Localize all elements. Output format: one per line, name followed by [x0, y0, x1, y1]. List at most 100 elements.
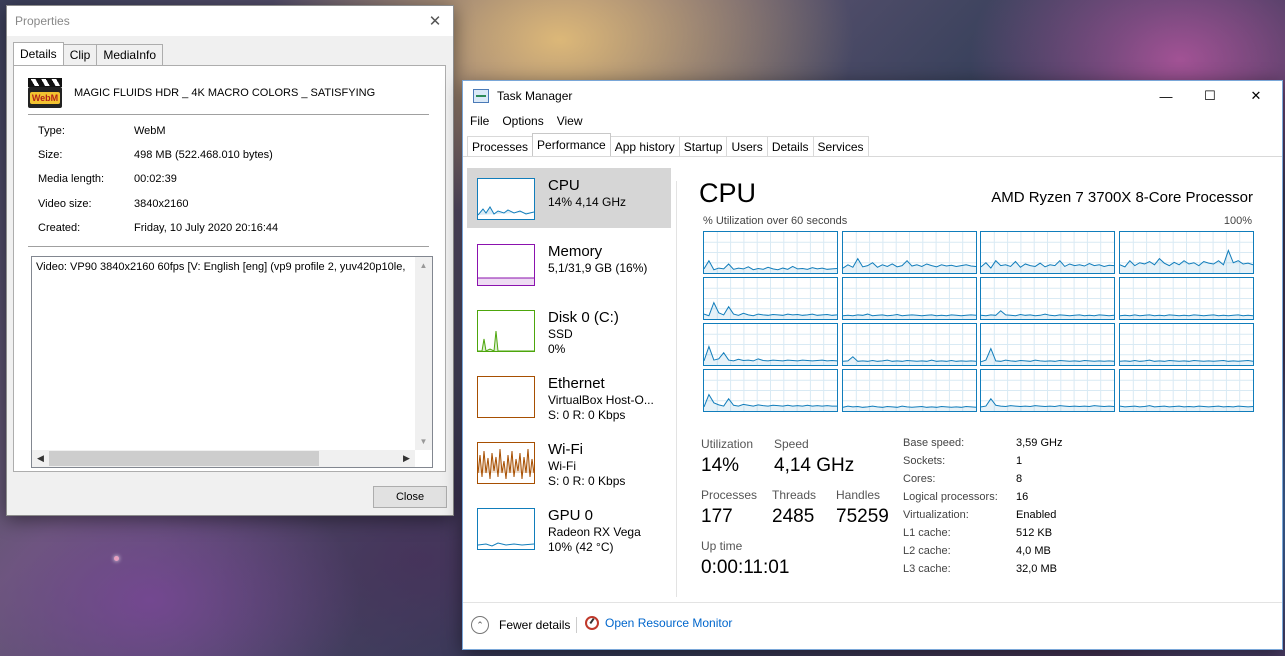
- prop-key: Created:: [38, 222, 81, 234]
- open-resource-monitor-label: Open Resource Monitor: [605, 616, 733, 630]
- cpu-core-chart: [842, 370, 976, 411]
- footer-divider: [576, 617, 577, 633]
- memory-thumbnail-graph: [477, 244, 535, 286]
- menu-view[interactable]: View: [557, 114, 583, 128]
- sidebar-sub2: 10% (42 °C): [548, 540, 614, 554]
- spec-l1-cache: L1 cache: 512 KB: [903, 527, 1052, 539]
- prop-row-type: Type: WebM: [38, 125, 166, 137]
- stat-value: 177: [701, 506, 733, 527]
- media-info-textbox[interactable]: Video: VP90 3840x2160 60fps [V: English …: [31, 256, 433, 468]
- spec-virtualization: Virtualization: Enabled: [903, 509, 1056, 521]
- core-usage-line: [1119, 314, 1253, 317]
- cpu-core-chart: [981, 370, 1114, 411]
- spec-key: L2 cache:: [903, 545, 951, 557]
- spec-l2-cache: L2 cache: 4,0 MB: [903, 545, 1051, 557]
- tab-details[interactable]: Details: [13, 42, 64, 65]
- scroll-right-icon[interactable]: ▶: [398, 450, 415, 467]
- sidebar-item-wifi[interactable]: Wi-Fi Wi-Fi S: 0 R: 0 Kbps: [467, 432, 671, 492]
- cpu-core-chart: [842, 232, 976, 273]
- prop-key: Type:: [38, 125, 65, 137]
- cpu-core-graph: [1118, 231, 1254, 274]
- task-manager-footer: ⌃ Fewer details Open Resource Monitor: [463, 602, 1282, 649]
- close-icon[interactable]: ✕: [427, 13, 443, 30]
- sidebar-item-ethernet[interactable]: Ethernet VirtualBox Host-O... S: 0 R: 0 …: [467, 366, 671, 426]
- fewer-details-button[interactable]: ⌃ Fewer details: [471, 616, 570, 634]
- tab-processes[interactable]: Processes: [467, 136, 534, 156]
- scroll-thumb[interactable]: [49, 451, 319, 466]
- utilization-graph-max: 100%: [1223, 215, 1252, 227]
- cpu-core-graph: [980, 323, 1115, 366]
- sidebar-label: GPU 0: [548, 507, 594, 524]
- minimize-icon[interactable]: —: [1143, 81, 1189, 111]
- sidebar-sub: SSD: [548, 327, 573, 341]
- file-name: MAGIC FLUIDS HDR _ 4K MACRO COLORS _ SAT…: [74, 87, 376, 99]
- vertical-scrollbar[interactable]: ▲ ▼: [415, 257, 432, 450]
- properties-window: Properties ✕ Details Clip MediaInfo WebM…: [6, 5, 454, 516]
- stat-label: Threads: [772, 488, 817, 502]
- cpu-core-graph: [1118, 277, 1254, 320]
- spec-sockets: Sockets: 1: [903, 455, 1022, 467]
- spec-logical-processors: Logical processors: 16: [903, 491, 1028, 503]
- tab-services[interactable]: Services: [812, 136, 869, 156]
- sidebar-label: Memory: [548, 243, 603, 260]
- spec-key: L1 cache:: [903, 527, 951, 539]
- sidebar-sub2: 0%: [548, 342, 566, 356]
- cpu-core-chart: [1119, 370, 1253, 411]
- spec-value: 1: [1016, 455, 1023, 467]
- memory-thumb-chart: [478, 277, 534, 285]
- fewer-details-label: Fewer details: [499, 618, 571, 632]
- maximize-icon[interactable]: ☐: [1187, 81, 1233, 111]
- ethernet-thumbnail-graph: [477, 376, 535, 418]
- sidebar-sub: 14% 4,14 GHz: [548, 195, 627, 209]
- stat-threads: Threads 2485: [772, 488, 816, 528]
- scroll-up-icon[interactable]: ▲: [415, 257, 432, 274]
- sidebar-sub: VirtualBox Host-O...: [548, 393, 654, 407]
- menu-file[interactable]: File: [470, 114, 489, 128]
- spec-key: Cores:: [903, 473, 936, 485]
- gpu-thumb-chart: [478, 542, 534, 547]
- tab-startup[interactable]: Startup: [678, 136, 728, 156]
- webm-icon-label: WebM: [29, 91, 61, 104]
- performance-sidebar: CPU 14% 4,14 GHz Memory 5,1/31,9 GB (16%…: [467, 168, 671, 564]
- wifi-thumbnail-graph: [477, 442, 535, 484]
- stat-value: 75259: [836, 506, 889, 527]
- spec-base-speed: Base speed: 3,59 GHz: [903, 437, 1062, 449]
- utilization-graph-label: % Utilization over 60 seconds: [703, 215, 848, 227]
- scroll-down-icon[interactable]: ▼: [415, 433, 432, 450]
- close-button[interactable]: Close: [373, 486, 447, 508]
- close-icon[interactable]: ✕: [1233, 81, 1279, 111]
- cpu-core-graph: [841, 231, 977, 274]
- task-manager-window: Task Manager — ☐ ✕ File Options View Pro…: [462, 80, 1283, 650]
- horizontal-scrollbar[interactable]: ◀ ▶: [32, 450, 415, 467]
- window-title: Task Manager: [497, 89, 573, 103]
- spec-l3-cache: L3 cache: 32,0 MB: [903, 563, 1057, 575]
- tab-users[interactable]: Users: [726, 136, 768, 156]
- stat-value: 4,14 GHz: [774, 455, 855, 476]
- menu-options[interactable]: Options: [502, 114, 543, 128]
- spec-key: Base speed:: [903, 437, 965, 449]
- prop-key: Size:: [38, 149, 63, 161]
- prop-value: 00:02:39: [134, 173, 177, 185]
- tab-app-history[interactable]: App history: [609, 136, 680, 156]
- sidebar-item-cpu[interactable]: CPU 14% 4,14 GHz: [467, 168, 671, 228]
- open-resource-monitor-link[interactable]: Open Resource Monitor: [585, 616, 732, 630]
- disk-thumbnail-graph: [477, 310, 535, 352]
- cpu-core-chart: [704, 278, 837, 319]
- tab-performance[interactable]: Performance: [532, 133, 611, 156]
- cpu-core-graph: [980, 369, 1115, 412]
- task-manager-titlebar[interactable]: Task Manager — ☐ ✕: [463, 81, 1282, 111]
- properties-titlebar[interactable]: Properties ✕: [7, 6, 453, 36]
- sidebar-item-gpu[interactable]: GPU 0 Radeon RX Vega 10% (42 °C): [467, 498, 671, 558]
- tab-clip[interactable]: Clip: [62, 44, 98, 65]
- stat-value: 2485: [772, 506, 815, 527]
- spec-value: 4,0 MB: [1016, 545, 1051, 557]
- cpu-core-chart: [981, 324, 1114, 365]
- stat-value: 14%: [701, 455, 740, 476]
- cpu-core-graph: [703, 231, 838, 274]
- cpu-core-chart: [704, 370, 837, 411]
- scroll-left-icon[interactable]: ◀: [32, 450, 49, 467]
- sidebar-item-disk[interactable]: Disk 0 (C:) SSD 0%: [467, 300, 671, 360]
- tab-details[interactable]: Details: [766, 136, 814, 156]
- sidebar-item-memory[interactable]: Memory 5,1/31,9 GB (16%): [467, 234, 671, 294]
- tab-mediainfo[interactable]: MediaInfo: [96, 44, 164, 65]
